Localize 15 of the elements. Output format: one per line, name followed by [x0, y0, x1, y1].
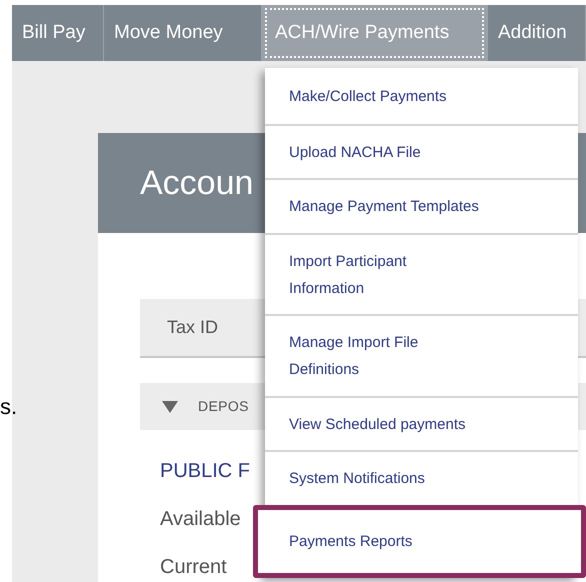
menu-item[interactable]: System Notifications	[265, 452, 578, 507]
menu-item[interactable]: Import Participant Information	[265, 235, 578, 316]
caret-icon[interactable]	[162, 400, 178, 412]
card-title: Accoun	[140, 162, 254, 204]
menu-item[interactable]: Manage Import File Definitions	[265, 316, 578, 398]
filter-label: Tax ID	[167, 316, 218, 339]
field-label: Current	[160, 555, 227, 580]
field-label: Available	[160, 507, 241, 532]
menu-item[interactable]: View Scheduled payments	[265, 398, 578, 452]
menu-item[interactable]: Manage Payment Templates	[265, 180, 578, 235]
menu-item[interactable]: Upload NACHA File	[265, 126, 578, 180]
side-text: s.	[0, 393, 18, 421]
menu-item[interactable]: Make/Collect Payments	[265, 68, 578, 126]
section-label: DEPOS	[198, 397, 249, 416]
menu-item[interactable]: Payments Reports	[253, 505, 586, 578]
